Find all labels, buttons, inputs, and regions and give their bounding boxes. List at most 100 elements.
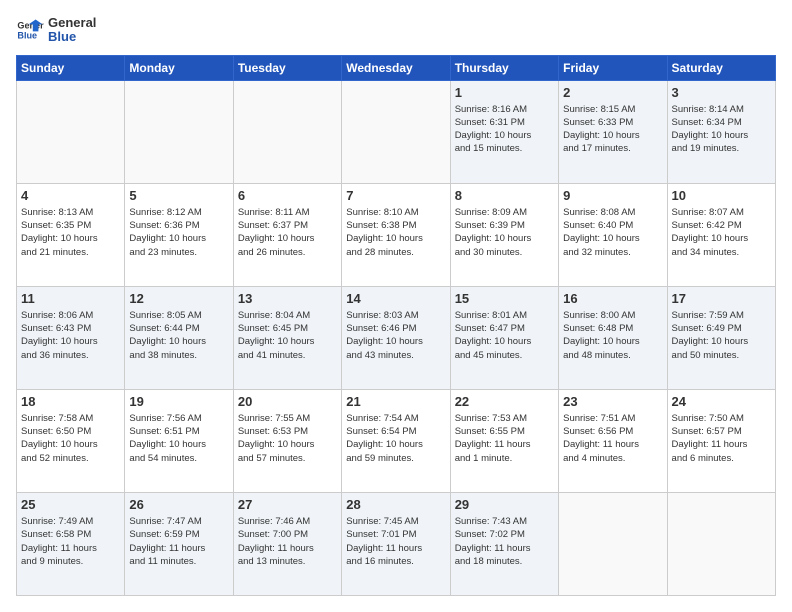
day-number: 29 (455, 497, 554, 512)
day-info: Sunrise: 8:10 AM Sunset: 6:38 PM Dayligh… (346, 206, 445, 259)
day-info: Sunrise: 8:07 AM Sunset: 6:42 PM Dayligh… (672, 206, 771, 259)
day-number: 2 (563, 85, 662, 100)
day-number: 28 (346, 497, 445, 512)
calendar-cell: 20 Sunrise: 7:55 AM Sunset: 6:53 PM Dayli… (233, 389, 341, 492)
calendar-cell: 15Sunrise: 8:01 AM Sunset: 6:47 PM Dayli… (450, 286, 558, 389)
calendar-cell: 12 Sunrise: 8:05 AM Sunset: 6:44 PM Dayli… (125, 286, 233, 389)
day-info: Sunrise: 8:04 AM Sunset: 6:45 PM Dayligh… (238, 309, 337, 362)
day-info: Sunrise: 7:45 AM Sunset: 7:01 PM Dayligh… (346, 515, 445, 568)
calendar-table: SundayMondayTuesdayWednesdayThursdayFrid… (16, 55, 776, 596)
calendar-cell: 29 Sunrise: 7:43 AM Sunset: 7:02 PM Dayli… (450, 492, 558, 595)
logo: General Blue General Blue (16, 16, 96, 45)
calendar-cell: 6 Sunrise: 8:11 AM Sunset: 6:37 PM Daylig… (233, 183, 341, 286)
day-info: Sunrise: 8:05 AM Sunset: 6:44 PM Dayligh… (129, 309, 228, 362)
day-number: 17 (672, 291, 771, 306)
calendar-cell: 4 Sunrise: 8:13 AM Sunset: 6:35 PM Daylig… (17, 183, 125, 286)
calendar-week-row: 25 Sunrise: 7:49 AM Sunset: 6:58 PM Dayli… (17, 492, 776, 595)
calendar-cell: 2 Sunrise: 8:15 AM Sunset: 6:33 PM Daylig… (559, 80, 667, 183)
day-info: Sunrise: 8:13 AM Sunset: 6:35 PM Dayligh… (21, 206, 120, 259)
day-number: 7 (346, 188, 445, 203)
day-number: 13 (238, 291, 337, 306)
day-info: Sunrise: 8:14 AM Sunset: 6:34 PM Dayligh… (672, 103, 771, 156)
day-info: Sunrise: 8:09 AM Sunset: 6:39 PM Dayligh… (455, 206, 554, 259)
day-number: 20 (238, 394, 337, 409)
day-info: Sunrise: 7:43 AM Sunset: 7:02 PM Dayligh… (455, 515, 554, 568)
calendar-cell: 16 Sunrise: 8:00 AM Sunset: 6:48 PM Dayli… (559, 286, 667, 389)
calendar-cell: 8 Sunrise: 8:09 AM Sunset: 6:39 PM Daylig… (450, 183, 558, 286)
calendar-cell: 5 Sunrise: 8:12 AM Sunset: 6:36 PM Daylig… (125, 183, 233, 286)
day-info: Sunrise: 7:49 AM Sunset: 6:58 PM Dayligh… (21, 515, 120, 568)
day-number: 22 (455, 394, 554, 409)
calendar-cell: 14Sunrise: 8:03 AM Sunset: 6:46 PM Dayli… (342, 286, 450, 389)
day-number: 16 (563, 291, 662, 306)
day-number: 24 (672, 394, 771, 409)
day-number: 3 (672, 85, 771, 100)
day-number: 8 (455, 188, 554, 203)
calendar-week-row: 4 Sunrise: 8:13 AM Sunset: 6:35 PM Daylig… (17, 183, 776, 286)
col-header-friday: Friday (559, 55, 667, 80)
calendar-cell: 19Sunrise: 7:56 AM Sunset: 6:51 PM Dayli… (125, 389, 233, 492)
day-number: 4 (21, 188, 120, 203)
calendar-cell (233, 80, 341, 183)
day-number: 19 (129, 394, 228, 409)
calendar-cell (559, 492, 667, 595)
day-info: Sunrise: 7:53 AM Sunset: 6:55 PM Dayligh… (455, 412, 554, 465)
day-info: Sunrise: 8:11 AM Sunset: 6:37 PM Dayligh… (238, 206, 337, 259)
logo-icon: General Blue (16, 16, 44, 44)
calendar-cell: 1 Sunrise: 8:16 AM Sunset: 6:31 PM Daylig… (450, 80, 558, 183)
calendar-cell (17, 80, 125, 183)
day-number: 6 (238, 188, 337, 203)
day-info: Sunrise: 7:51 AM Sunset: 6:56 PM Dayligh… (563, 412, 662, 465)
day-number: 27 (238, 497, 337, 512)
calendar-cell: 25 Sunrise: 7:49 AM Sunset: 6:58 PM Dayli… (17, 492, 125, 595)
calendar-cell: 11 Sunrise: 8:06 AM Sunset: 6:43 PM Dayli… (17, 286, 125, 389)
day-number: 23 (563, 394, 662, 409)
day-info: Sunrise: 7:58 AM Sunset: 6:50 PM Dayligh… (21, 412, 120, 465)
day-number: 5 (129, 188, 228, 203)
calendar-cell: 22 Sunrise: 7:53 AM Sunset: 6:55 PM Dayli… (450, 389, 558, 492)
day-info: Sunrise: 7:59 AM Sunset: 6:49 PM Dayligh… (672, 309, 771, 362)
day-info: Sunrise: 8:01 AM Sunset: 6:47 PM Dayligh… (455, 309, 554, 362)
day-info: Sunrise: 7:50 AM Sunset: 6:57 PM Dayligh… (672, 412, 771, 465)
calendar-cell: 18 Sunrise: 7:58 AM Sunset: 6:50 PM Dayli… (17, 389, 125, 492)
day-info: Sunrise: 7:46 AM Sunset: 7:00 PM Dayligh… (238, 515, 337, 568)
page: General Blue General Blue SundayMondayTu… (0, 0, 792, 612)
calendar-cell: 23 Sunrise: 7:51 AM Sunset: 6:56 PM Dayli… (559, 389, 667, 492)
calendar-cell (342, 80, 450, 183)
day-number: 10 (672, 188, 771, 203)
day-info: Sunrise: 7:55 AM Sunset: 6:53 PM Dayligh… (238, 412, 337, 465)
day-info: Sunrise: 8:06 AM Sunset: 6:43 PM Dayligh… (21, 309, 120, 362)
calendar-cell: 27 Sunrise: 7:46 AM Sunset: 7:00 PM Dayli… (233, 492, 341, 595)
day-info: Sunrise: 8:15 AM Sunset: 6:33 PM Dayligh… (563, 103, 662, 156)
day-info: Sunrise: 8:00 AM Sunset: 6:48 PM Dayligh… (563, 309, 662, 362)
day-info: Sunrise: 8:08 AM Sunset: 6:40 PM Dayligh… (563, 206, 662, 259)
day-number: 11 (21, 291, 120, 306)
day-number: 9 (563, 188, 662, 203)
calendar-cell: 17 Sunrise: 7:59 AM Sunset: 6:49 PM Dayli… (667, 286, 775, 389)
calendar-week-row: 1 Sunrise: 8:16 AM Sunset: 6:31 PM Daylig… (17, 80, 776, 183)
calendar-cell: 13 Sunrise: 8:04 AM Sunset: 6:45 PM Dayli… (233, 286, 341, 389)
col-header-saturday: Saturday (667, 55, 775, 80)
calendar-week-row: 11 Sunrise: 8:06 AM Sunset: 6:43 PM Dayli… (17, 286, 776, 389)
day-number: 26 (129, 497, 228, 512)
day-number: 18 (21, 394, 120, 409)
svg-text:General: General (17, 21, 44, 31)
day-number: 21 (346, 394, 445, 409)
day-number: 1 (455, 85, 554, 100)
calendar-cell (667, 492, 775, 595)
day-info: Sunrise: 8:12 AM Sunset: 6:36 PM Dayligh… (129, 206, 228, 259)
day-number: 14 (346, 291, 445, 306)
calendar-cell: 21Sunrise: 7:54 AM Sunset: 6:54 PM Dayli… (342, 389, 450, 492)
day-number: 25 (21, 497, 120, 512)
calendar-cell: 3 Sunrise: 8:14 AM Sunset: 6:34 PM Daylig… (667, 80, 775, 183)
calendar-cell: 26 Sunrise: 7:47 AM Sunset: 6:59 PM Dayli… (125, 492, 233, 595)
calendar-cell: 10 Sunrise: 8:07 AM Sunset: 6:42 PM Dayli… (667, 183, 775, 286)
calendar-cell (125, 80, 233, 183)
day-number: 12 (129, 291, 228, 306)
day-info: Sunrise: 7:47 AM Sunset: 6:59 PM Dayligh… (129, 515, 228, 568)
svg-text:Blue: Blue (17, 31, 37, 41)
day-info: Sunrise: 8:16 AM Sunset: 6:31 PM Dayligh… (455, 103, 554, 156)
header: General Blue General Blue (16, 16, 776, 45)
col-header-tuesday: Tuesday (233, 55, 341, 80)
col-header-monday: Monday (125, 55, 233, 80)
